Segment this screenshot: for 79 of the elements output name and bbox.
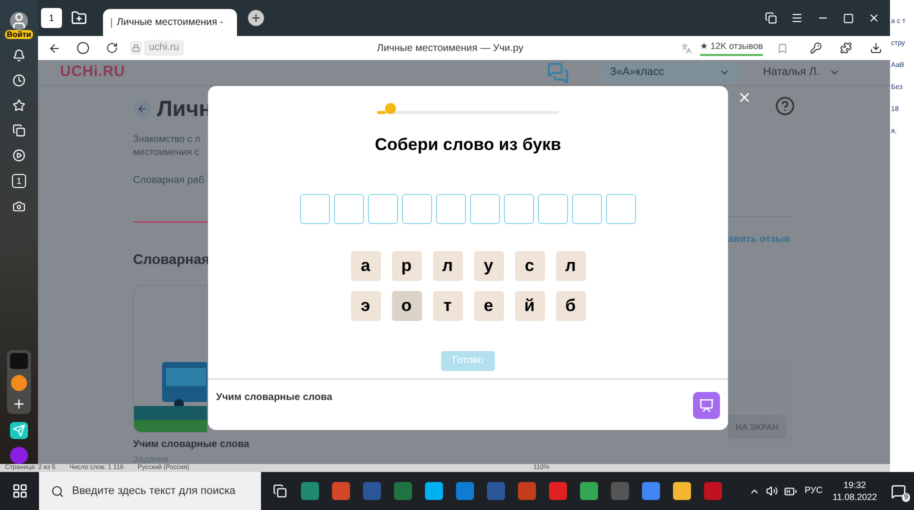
login-badge[interactable]: Войти — [4, 30, 34, 39]
letter-tile[interactable]: б — [556, 290, 586, 320]
task-title: Собери слово из букв — [374, 134, 562, 156]
bell-icon[interactable] — [12, 49, 26, 62]
app-icon[interactable] — [549, 482, 567, 500]
maximize-icon[interactable] — [843, 12, 854, 24]
present-button[interactable] — [693, 392, 720, 418]
star-icon[interactable] — [12, 98, 26, 112]
section-heading: Словарная — [133, 250, 208, 269]
letter-tile[interactable]: э — [350, 290, 380, 320]
bookmark-icon[interactable] — [777, 42, 788, 54]
windows-start-icon[interactable] — [12, 483, 28, 499]
letter-tile[interactable]: с — [514, 250, 544, 280]
play-icon[interactable] — [12, 148, 26, 162]
help-icon[interactable] — [775, 96, 795, 116]
fruit-icon — [385, 103, 396, 114]
app-icon[interactable] — [518, 482, 536, 500]
lock-icon — [130, 41, 142, 55]
page-title: Личные местоимения — Учи.ру — [377, 42, 524, 56]
letter-tile[interactable]: е — [474, 290, 504, 320]
camera-icon[interactable] — [12, 200, 26, 212]
assistant-icon[interactable] — [10, 447, 28, 464]
collections-icon[interactable] — [12, 124, 26, 137]
user-name[interactable]: Наталья Л. — [763, 64, 820, 81]
menu-icon[interactable] — [791, 12, 803, 24]
letter-tile[interactable]: р — [392, 250, 422, 280]
plus-icon[interactable] — [12, 397, 26, 412]
app-icon[interactable] — [673, 482, 691, 500]
app-icon[interactable] — [332, 482, 350, 500]
download-icon[interactable] — [870, 42, 882, 54]
search-field[interactable]: Введите здесь текст для поиска — [39, 472, 261, 510]
letter-tile[interactable]: й — [514, 290, 544, 320]
avatar-icon[interactable] — [10, 12, 28, 30]
app-icon[interactable] — [704, 482, 722, 500]
app-icon[interactable] — [301, 482, 319, 500]
letter-tile[interactable]: у — [474, 250, 504, 280]
app-icon[interactable] — [11, 375, 27, 392]
home-counter-button[interactable]: 1 — [41, 8, 62, 28]
tab-counter-button[interactable]: 1 — [12, 174, 26, 188]
language-indicator[interactable]: РУС — [804, 484, 823, 498]
notifications-icon[interactable] — [891, 484, 906, 498]
key-icon[interactable] — [810, 42, 822, 54]
presentation-icon — [699, 398, 714, 412]
browser-tab[interactable]: Личные местоимения - — [103, 9, 237, 36]
clock-icon[interactable] — [12, 74, 26, 87]
extension-icon[interactable] — [840, 42, 852, 54]
app-icon[interactable] — [642, 482, 660, 500]
description-line: местоимения с — [133, 146, 200, 159]
yandex-logo-icon[interactable] — [77, 42, 89, 54]
footer-title: Учим словарные слова — [216, 391, 332, 405]
back-icon[interactable] — [48, 42, 61, 54]
app-icon[interactable] — [10, 353, 28, 370]
new-folder-icon[interactable] — [71, 10, 87, 26]
letter-tile[interactable]: а — [350, 250, 380, 280]
letter-tile[interactable]: о — [392, 290, 422, 320]
new-tab-icon[interactable] — [248, 10, 264, 26]
search-icon — [51, 484, 64, 498]
description-line: Знакомство с л — [133, 133, 202, 146]
app-icon[interactable] — [456, 482, 474, 500]
back-icon — [137, 104, 147, 114]
reviews-link[interactable]: ★ 12K отзывов — [700, 40, 763, 56]
clock-display[interactable]: 19:32 11.08.2022 — [832, 479, 877, 503]
back-button[interactable] — [133, 100, 151, 118]
battery-icon[interactable] — [784, 484, 797, 498]
letter-tile[interactable]: л — [556, 250, 586, 280]
collections-icon[interactable] — [765, 12, 777, 24]
letter-tile[interactable]: т — [432, 290, 462, 320]
app-icon[interactable] — [394, 482, 412, 500]
tab-title: Личные местоимения - — [116, 16, 224, 30]
class-dropdown[interactable]: 3«А»класс — [600, 62, 740, 84]
volume-icon[interactable] — [766, 485, 778, 497]
task-view-icon[interactable] — [273, 484, 287, 498]
translate-icon[interactable] — [680, 42, 692, 54]
app-icon[interactable] — [580, 482, 598, 500]
send-icon[interactable] — [10, 422, 28, 440]
app-icon[interactable] — [425, 482, 443, 500]
letter-tile[interactable]: л — [432, 250, 462, 280]
reload-icon[interactable] — [106, 42, 118, 54]
card-title[interactable]: Учим словарные слова — [133, 439, 250, 451]
